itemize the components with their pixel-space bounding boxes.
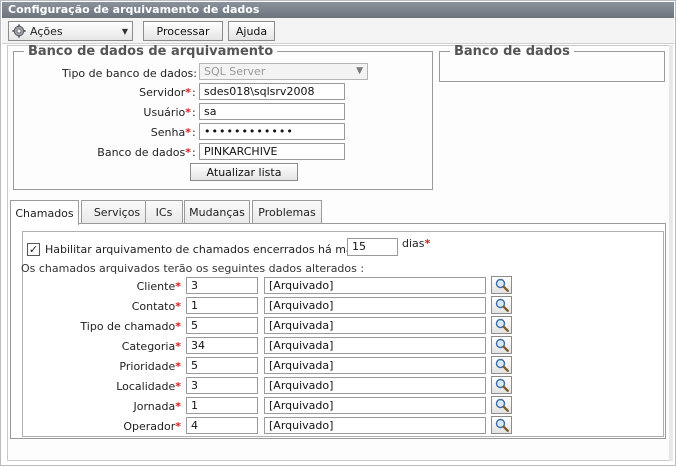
database-colon: : bbox=[192, 146, 196, 159]
password-label: Senha* bbox=[150, 126, 191, 139]
field-label: Operador* bbox=[123, 420, 181, 433]
field-description-input[interactable]: [Arquivado] bbox=[264, 277, 486, 294]
field-label: Prioridade* bbox=[119, 360, 181, 373]
field-code-input[interactable]: 1 bbox=[186, 297, 258, 314]
lookup-button[interactable] bbox=[491, 356, 512, 374]
chevron-down-icon: ▼ bbox=[356, 66, 363, 76]
field-description-input[interactable]: [Arquivado] bbox=[264, 417, 486, 434]
user-label: Usuário* bbox=[143, 106, 191, 119]
lookup-button[interactable] bbox=[491, 336, 512, 354]
enable-archiving-checkbox[interactable]: ✓ bbox=[27, 243, 40, 256]
field-code-input[interactable]: 1 bbox=[186, 397, 258, 414]
field-code-input[interactable]: 3 bbox=[186, 377, 258, 394]
field-description-input[interactable]: [Arquivada] bbox=[264, 317, 486, 334]
search-icon bbox=[495, 278, 509, 292]
field-label: Localidade* bbox=[116, 380, 181, 393]
lookup-button[interactable] bbox=[491, 416, 512, 434]
actions-dropdown[interactable]: Ações ▼ bbox=[8, 21, 133, 41]
search-icon bbox=[495, 358, 509, 372]
scrollbar[interactable] bbox=[669, 45, 673, 461]
search-icon bbox=[495, 398, 509, 412]
field-code-input[interactable]: 5 bbox=[186, 357, 258, 374]
db-type-value: SQL Server bbox=[204, 65, 266, 78]
server-colon: : bbox=[192, 86, 196, 99]
field-label: Jornada* bbox=[133, 400, 181, 413]
actions-label: Ações bbox=[30, 24, 63, 38]
field-description-input[interactable]: [Arquivado] bbox=[264, 297, 486, 314]
field-label: Tipo de chamado* bbox=[80, 320, 181, 333]
lookup-button[interactable] bbox=[491, 376, 512, 394]
field-code-input[interactable]: 34 bbox=[186, 337, 258, 354]
archive-db-legend: Banco de dados de arquivamento bbox=[28, 44, 274, 59]
tab-problemas[interactable]: Problemas bbox=[252, 200, 322, 224]
db-type-select[interactable]: SQL Server ▼ bbox=[199, 63, 368, 80]
help-button[interactable]: Ajuda bbox=[228, 21, 275, 41]
days-input[interactable]: 15 bbox=[347, 238, 398, 256]
enable-archiving-label: Habilitar arquivamento de chamados encer… bbox=[45, 243, 379, 256]
gear-icon bbox=[12, 24, 26, 38]
search-icon bbox=[495, 378, 509, 392]
server-label: Servidor* bbox=[139, 86, 191, 99]
search-icon bbox=[495, 318, 509, 332]
db-type-label: Tipo de banco de dados: bbox=[62, 67, 197, 80]
toolbar: Ações ▼ Processar Ajuda bbox=[2, 18, 674, 44]
field-description-input[interactable]: [Arquivada] bbox=[264, 337, 486, 354]
search-icon bbox=[495, 418, 509, 432]
chevron-down-icon: ▼ bbox=[121, 26, 129, 36]
database-label: Banco de dados* bbox=[97, 146, 191, 159]
archive-config-window: Configuração de arquivamento de dados Aç… bbox=[0, 0, 676, 466]
days-label: dias* bbox=[402, 237, 431, 250]
lookup-button[interactable] bbox=[491, 276, 512, 294]
field-code-input[interactable]: 5 bbox=[186, 317, 258, 334]
process-button[interactable]: Processar bbox=[143, 21, 223, 41]
tab-chamados[interactable]: Chamados bbox=[10, 200, 79, 225]
field-description-input[interactable]: [Arquivado] bbox=[264, 397, 486, 414]
tab-mudancas[interactable]: Mudanças bbox=[184, 200, 250, 224]
field-description-input[interactable]: [Arquivado] bbox=[264, 377, 486, 394]
password-colon: : bbox=[192, 126, 196, 139]
db-legend: Banco de dados bbox=[454, 44, 570, 59]
server-input[interactable]: sdes018\sqlsrv2008 bbox=[199, 83, 345, 100]
field-label: Cliente* bbox=[136, 280, 181, 293]
field-label: Contato* bbox=[131, 300, 181, 313]
user-colon: : bbox=[192, 106, 196, 119]
altered-data-text: Os chamados arquivados terão os seguinte… bbox=[21, 262, 365, 275]
lookup-button[interactable] bbox=[491, 396, 512, 414]
lookup-button[interactable] bbox=[491, 316, 512, 334]
search-icon bbox=[495, 338, 509, 352]
refresh-list-button[interactable]: Atualizar lista bbox=[190, 163, 298, 181]
tab-servicos[interactable]: Serviços bbox=[81, 200, 153, 224]
database-input[interactable]: PINKARCHIVE bbox=[199, 143, 345, 160]
password-input[interactable]: •••••••••••• bbox=[199, 123, 345, 140]
search-icon bbox=[495, 298, 509, 312]
user-input[interactable]: sa bbox=[199, 103, 345, 120]
lookup-button[interactable] bbox=[491, 296, 512, 314]
field-description-input[interactable]: [Arquivada] bbox=[264, 357, 486, 374]
field-label: Categoria* bbox=[121, 340, 181, 353]
field-code-input[interactable]: 4 bbox=[186, 417, 258, 434]
field-code-input[interactable]: 3 bbox=[186, 277, 258, 294]
tab-ics[interactable]: ICs bbox=[145, 200, 183, 224]
db-group: Banco de dados bbox=[439, 44, 665, 82]
window-title: Configuração de arquivamento de dados bbox=[2, 2, 674, 18]
